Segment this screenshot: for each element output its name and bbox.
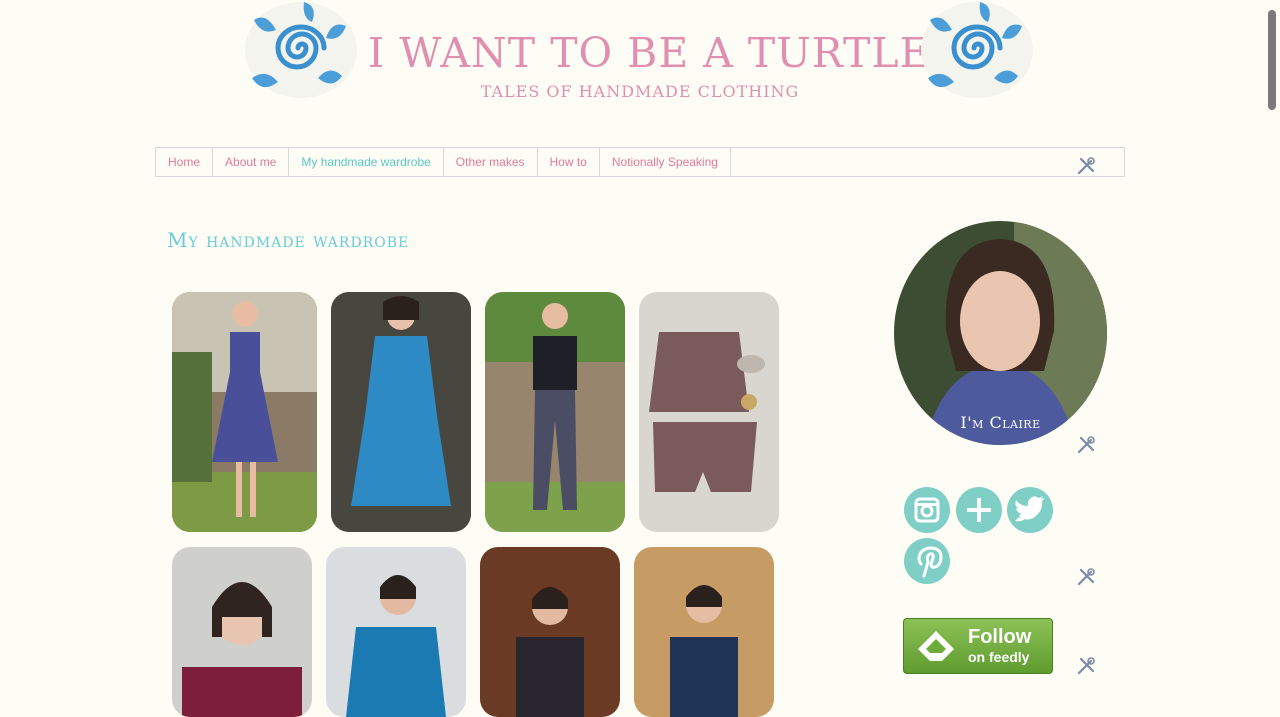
nav-item-other-makes[interactable]: Other makes bbox=[444, 148, 538, 176]
google-plus-icon[interactable] bbox=[956, 487, 1002, 533]
edit-tools-icon[interactable] bbox=[1076, 435, 1096, 455]
nav-item-about-me[interactable]: About me bbox=[213, 148, 290, 176]
feedly-icon bbox=[914, 629, 958, 667]
main-nav: Home About me My handmade wardrobe Other… bbox=[155, 147, 1125, 177]
wardrobe-photo[interactable] bbox=[172, 547, 312, 717]
edit-tools-icon[interactable] bbox=[1076, 156, 1096, 176]
site-title[interactable]: I WANT TO BE A TURTLE bbox=[368, 30, 929, 76]
nav-item-notionally-speaking[interactable]: Notionally Speaking bbox=[600, 148, 731, 176]
twitter-icon[interactable] bbox=[1007, 487, 1053, 533]
avatar[interactable]: I'm Claire bbox=[894, 221, 1107, 445]
feedly-follow-label: Follow bbox=[968, 626, 1032, 648]
scrollbar-thumb[interactable] bbox=[1268, 10, 1276, 110]
wardrobe-photo[interactable] bbox=[331, 292, 471, 532]
turtle-logo-icon[interactable] bbox=[918, 0, 1036, 100]
wardrobe-photo[interactable] bbox=[485, 292, 625, 532]
nav-item-home[interactable]: Home bbox=[156, 148, 214, 176]
wardrobe-photo[interactable] bbox=[634, 547, 774, 717]
edit-tools-icon[interactable] bbox=[1076, 567, 1096, 587]
instagram-icon[interactable] bbox=[904, 487, 950, 533]
nav-item-my-handmade-wardrobe[interactable]: My handmade wardrobe bbox=[289, 148, 444, 176]
nav-item-how-to[interactable]: How to bbox=[538, 148, 600, 176]
turtle-logo-icon[interactable] bbox=[242, 0, 360, 100]
site-subtitle: TALES OF HANDMADE CLOTHING bbox=[480, 82, 800, 101]
feedly-on-feedly-label: on feedly bbox=[968, 649, 1030, 665]
avatar-caption: I'm Claire bbox=[960, 413, 1041, 432]
wardrobe-photo[interactable] bbox=[172, 292, 317, 532]
site-header: I WANT TO BE A TURTLE TALES OF HANDMADE … bbox=[0, 0, 1280, 120]
wardrobe-photo[interactable] bbox=[480, 547, 620, 717]
pinterest-icon[interactable] bbox=[904, 538, 950, 584]
page-title: My handmade wardrobe bbox=[167, 228, 410, 252]
feedly-follow-button[interactable]: Follow on feedly bbox=[903, 618, 1053, 674]
edit-tools-icon[interactable] bbox=[1076, 656, 1096, 676]
wardrobe-photo[interactable] bbox=[326, 547, 466, 717]
wardrobe-photo[interactable] bbox=[639, 292, 779, 532]
